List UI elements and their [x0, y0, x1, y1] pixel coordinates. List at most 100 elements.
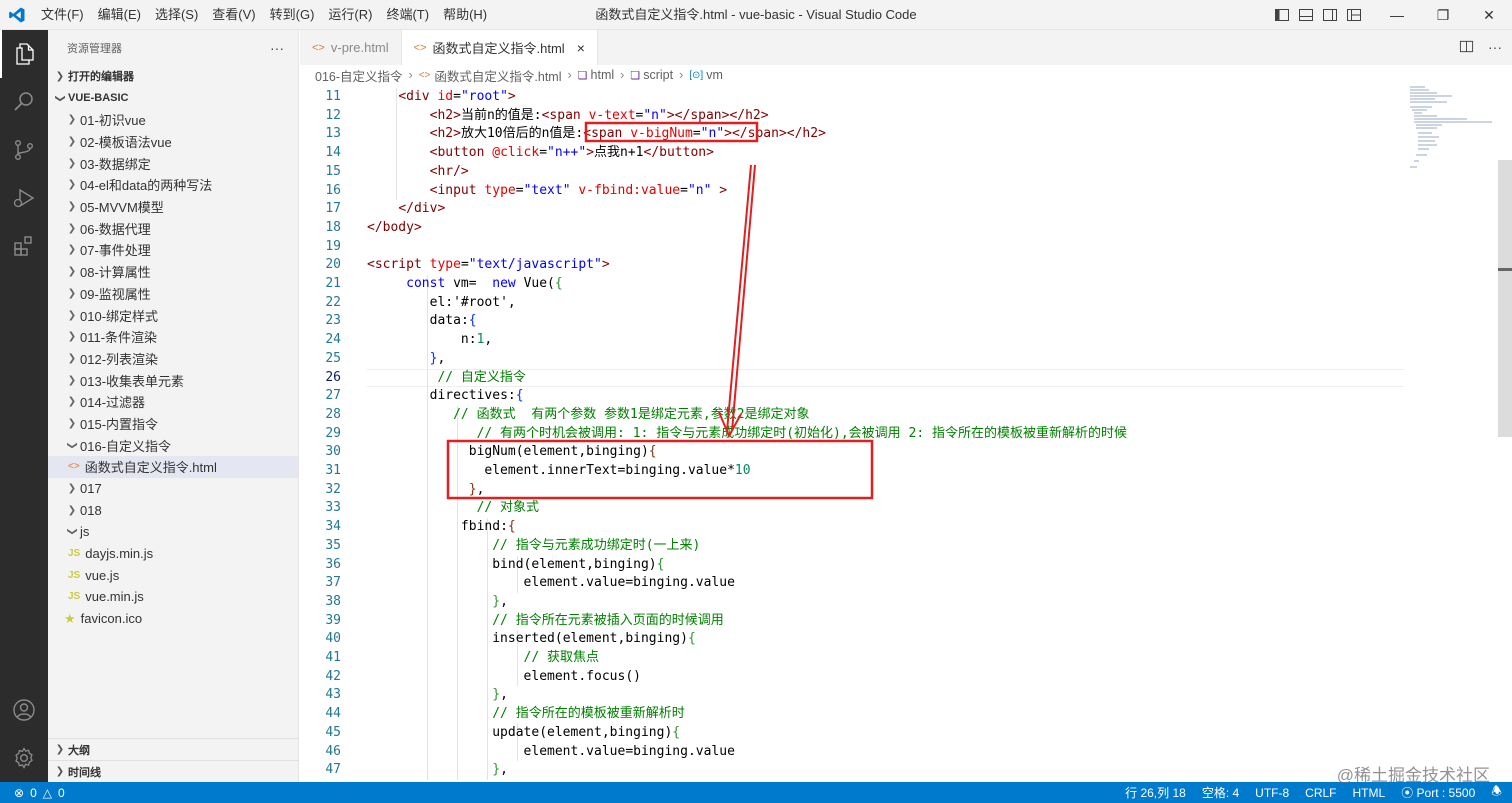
code-token: } [492, 687, 501, 703]
tree-item-label: vue.min.js [85, 589, 144, 605]
open-editors-section[interactable]: ❯ 打开的编辑器 [48, 65, 298, 87]
breadcrumb-script[interactable]: script [643, 68, 673, 82]
run-debug-icon[interactable] [0, 174, 48, 222]
close-tab-icon[interactable]: × [577, 40, 585, 56]
code-token: binging [609, 724, 665, 740]
toggle-secondary-sidebar-icon[interactable] [1322, 7, 1338, 23]
tree-folder[interactable]: ❯ 013-收集表单元素 [48, 369, 298, 391]
account-icon[interactable] [0, 686, 48, 734]
warnings-icon[interactable]: △ [43, 786, 52, 800]
breadcrumb-file[interactable]: 函数式自定义指令.html [434, 66, 561, 85]
tree-folder[interactable]: ❯ 09-监视属性 [48, 283, 298, 305]
tree-file[interactable]: ★ favicon.ico [48, 608, 298, 630]
split-editor-icon[interactable] [1459, 39, 1474, 57]
search-icon[interactable] [0, 78, 48, 126]
chevron-right-icon: ❯ [67, 179, 77, 191]
tree-folder[interactable]: ❯ js [48, 521, 298, 543]
tree-file[interactable]: JS vue.js [48, 564, 298, 586]
menu-item[interactable]: 查看(V) [205, 0, 262, 30]
tree-folder[interactable]: ❯ 07-事件处理 [48, 239, 298, 261]
encoding[interactable]: UTF-8 [1255, 786, 1289, 800]
tree-folder[interactable]: ❯ 08-计算属性 [48, 261, 298, 283]
menu-item[interactable]: 文件(F) [34, 0, 91, 30]
project-section[interactable]: ❯ VUE-BASIC [48, 87, 298, 109]
vertical-scrollbar[interactable] [1498, 160, 1512, 437]
code-text: // 自定义指令 [367, 369, 525, 388]
breadcrumb-html[interactable]: html [591, 68, 615, 82]
tab-active-file[interactable]: <> 函数式自定义指令.html × [401, 30, 598, 65]
customize-layout-icon[interactable] [1346, 7, 1362, 23]
restore-icon[interactable]: ❐ [1420, 0, 1466, 30]
tree-file[interactable]: <> 函数式自定义指令.html [48, 456, 298, 478]
tree-folder[interactable]: ❯ 02-模板语法vue [48, 131, 298, 153]
source-control-icon[interactable] [0, 126, 48, 174]
tree-folder[interactable]: ❯ 018 [48, 499, 298, 521]
timeline-section[interactable]: ❯ 时间线 [48, 760, 299, 782]
tree-folder[interactable]: ❯ 014-过滤器 [48, 391, 298, 413]
tree-folder[interactable]: ❯ 011-条件渲染 [48, 326, 298, 348]
code-token: : [460, 313, 469, 329]
tree-folder[interactable]: ❯ 03-数据绑定 [48, 152, 298, 174]
extensions-icon[interactable] [0, 222, 48, 270]
minimize-icon[interactable]: — [1374, 0, 1420, 30]
tree-folder[interactable]: ❯ 01-初识vue [48, 109, 298, 131]
tree-folder[interactable]: ❯ 010-绑定样式 [48, 304, 298, 326]
tab-v-pre[interactable]: <> v-pre.html [300, 30, 402, 65]
code-token: element [523, 575, 579, 591]
live-server-port[interactable]: ⦿ Port : 5500 [1401, 784, 1475, 801]
code-token: v-fbind:value [578, 182, 681, 198]
code-token: // 函数式 有两个参数 参数1是绑定元素,参数2是绑定对象 [453, 406, 810, 422]
menu-item[interactable]: 转到(G) [263, 0, 322, 30]
code-editor[interactable]: 11 <div id="root"> 12 <h2>当前n的值是:<span v-… [300, 88, 1404, 782]
tree-folder[interactable]: ❯ 017 [48, 478, 298, 500]
tree-folder[interactable]: ❯ 04-el和data的两种写法 [48, 174, 298, 196]
chevron-right-icon: ❯ [67, 352, 77, 364]
breadcrumb-folder[interactable]: 016-自定义指令 [315, 66, 403, 85]
cursor-position[interactable]: 行 26,列 18 [1125, 784, 1186, 801]
tree-folder[interactable]: ❯ 06-数据代理 [48, 217, 298, 239]
breadcrumb-vm[interactable]: vm [706, 68, 723, 82]
code-token: bigNum [468, 444, 516, 460]
toggle-sidebar-icon[interactable] [1274, 7, 1290, 23]
menu-item[interactable]: 帮助(H) [436, 0, 494, 30]
menu-item[interactable]: 运行(R) [321, 0, 379, 30]
outline-section[interactable]: ❯ 大纲 [48, 738, 299, 760]
tree-folder[interactable]: ❯ 015-内置指令 [48, 413, 298, 435]
end-of-line[interactable]: CRLF [1305, 786, 1336, 800]
chevron-right-icon: › [408, 68, 413, 82]
more-actions-icon[interactable]: ··· [270, 40, 284, 56]
toggle-panel-icon[interactable] [1298, 7, 1314, 23]
close-window-icon[interactable]: ✕ [1466, 0, 1512, 30]
more-actions-icon[interactable]: ··· [1488, 39, 1502, 57]
tree-item-label: 010-绑定样式 [80, 308, 159, 324]
tree-file[interactable]: JS dayjs.min.js [48, 543, 298, 565]
code-token: > [601, 257, 610, 273]
code-token: "root" [460, 89, 508, 104]
explorer-files-icon[interactable] [0, 30, 48, 78]
tree-folder[interactable]: ❯ 012-列表渲染 [48, 348, 298, 370]
code-token: , [476, 481, 485, 497]
line-number: 42 [325, 668, 341, 684]
code-token: > [586, 145, 595, 161]
tree-item-label: vue.js [85, 567, 120, 583]
warning-count[interactable]: 0 [58, 786, 65, 800]
language-mode[interactable]: HTML [1353, 786, 1386, 800]
error-count[interactable]: 0 [30, 786, 37, 800]
menu-item[interactable]: 编辑(E) [91, 0, 148, 30]
notifications-bell-icon[interactable]: 🕭 [1491, 782, 1502, 803]
menu-item[interactable]: 终端(T) [379, 0, 436, 30]
tree-folder[interactable]: ❯ 016-自定义指令 [48, 434, 298, 456]
indentation[interactable]: 空格: 4 [1202, 784, 1239, 801]
code-token: { [507, 519, 516, 535]
code-text: const vm= new Vue({ [367, 275, 563, 294]
minimap[interactable] [1407, 85, 1497, 185]
manage-gear-icon[interactable] [0, 734, 48, 782]
tree-file[interactable]: JS vue.min.js [48, 586, 298, 608]
tree-folder[interactable]: ❯ 05-MVVM模型 [48, 196, 298, 218]
menu-item[interactable]: 选择(S) [148, 0, 205, 30]
errors-icon[interactable]: ⊗ [14, 786, 24, 800]
